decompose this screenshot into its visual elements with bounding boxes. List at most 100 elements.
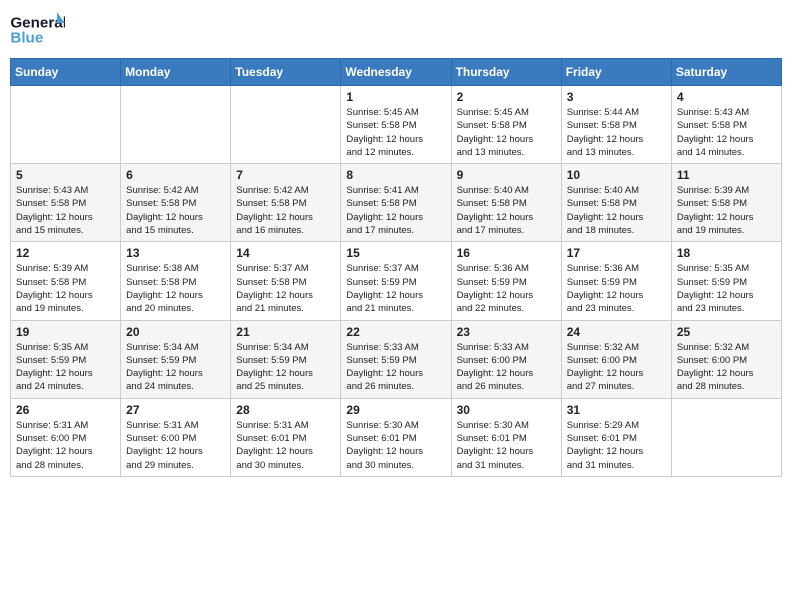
day-info: Sunrise: 5:35 AM Sunset: 5:59 PM Dayligh…	[677, 262, 776, 315]
header: GeneralBlue	[10, 10, 782, 48]
day-info: Sunrise: 5:33 AM Sunset: 6:00 PM Dayligh…	[457, 341, 556, 394]
calendar-cell: 7Sunrise: 5:42 AM Sunset: 5:58 PM Daylig…	[231, 164, 341, 242]
day-number: 18	[677, 246, 776, 260]
day-number: 8	[346, 168, 445, 182]
weekday-header: Sunday	[11, 59, 121, 86]
day-info: Sunrise: 5:32 AM Sunset: 6:00 PM Dayligh…	[677, 341, 776, 394]
page: GeneralBlue SundayMondayTuesdayWednesday…	[0, 0, 792, 612]
calendar-cell: 5 Sunrise: 5:43 AM Sunset: 5:58 PM Daylig…	[11, 164, 121, 242]
calendar-cell: 2 Sunrise: 5:45 AM Sunset: 5:58 PM Daylig…	[451, 86, 561, 164]
day-info: Sunrise: 5:43 AM Sunset: 5:58 PM Dayligh…	[677, 106, 776, 159]
day-number: 17	[567, 246, 666, 260]
calendar-cell: 16Sunrise: 5:36 AM Sunset: 5:59 PM Dayli…	[451, 242, 561, 320]
calendar-cell: 13 Sunrise: 5:38 AM Sunset: 5:58 PM Dayli…	[121, 242, 231, 320]
day-number: 13	[126, 246, 225, 260]
calendar-week-row: 1 Sunrise: 5:45 AM Sunset: 5:58 PM Daylig…	[11, 86, 782, 164]
calendar-cell: 15 Sunrise: 5:37 AM Sunset: 5:59 PM Dayli…	[341, 242, 451, 320]
day-number: 7	[236, 168, 335, 182]
day-number: 31	[567, 403, 666, 417]
day-info: Sunrise: 5:45 AM Sunset: 5:58 PM Dayligh…	[346, 106, 445, 159]
calendar-cell: 26 Sunrise: 5:31 AM Sunset: 6:00 PM Dayli…	[11, 398, 121, 476]
day-number: 11	[677, 168, 776, 182]
calendar-week-row: 26 Sunrise: 5:31 AM Sunset: 6:00 PM Dayli…	[11, 398, 782, 476]
day-info: Sunrise: 5:36 AM Sunset: 5:59 PM Dayligh…	[567, 262, 666, 315]
day-number: 15	[346, 246, 445, 260]
calendar-week-row: 5 Sunrise: 5:43 AM Sunset: 5:58 PM Daylig…	[11, 164, 782, 242]
day-info: Sunrise: 5:34 AM Sunset: 5:59 PM Dayligh…	[236, 341, 335, 394]
day-number: 29	[346, 403, 445, 417]
day-info: Sunrise: 5:31 AM Sunset: 6:00 PM Dayligh…	[126, 419, 225, 472]
day-number: 26	[16, 403, 115, 417]
day-info: Sunrise: 5:42 AM Sunset: 5:58 PM Dayligh…	[126, 184, 225, 237]
day-info: Sunrise: 5:34 AM Sunset: 5:59 PM Dayligh…	[126, 341, 225, 394]
day-number: 9	[457, 168, 556, 182]
day-number: 5	[16, 168, 115, 182]
logo: GeneralBlue	[10, 10, 65, 48]
day-info: Sunrise: 5:44 AM Sunset: 5:58 PM Dayligh…	[567, 106, 666, 159]
day-info: Sunrise: 5:36 AM Sunset: 5:59 PM Dayligh…	[457, 262, 556, 315]
day-info: Sunrise: 5:40 AM Sunset: 5:58 PM Dayligh…	[457, 184, 556, 237]
calendar-cell: 3 Sunrise: 5:44 AM Sunset: 5:58 PM Daylig…	[561, 86, 671, 164]
weekday-header: Tuesday	[231, 59, 341, 86]
calendar-cell: 8 Sunrise: 5:41 AM Sunset: 5:58 PM Daylig…	[341, 164, 451, 242]
day-info: Sunrise: 5:37 AM Sunset: 5:59 PM Dayligh…	[346, 262, 445, 315]
calendar-body: 1 Sunrise: 5:45 AM Sunset: 5:58 PM Daylig…	[11, 86, 782, 477]
day-info: Sunrise: 5:40 AM Sunset: 5:58 PM Dayligh…	[567, 184, 666, 237]
day-number: 30	[457, 403, 556, 417]
day-number: 1	[346, 90, 445, 104]
calendar-week-row: 19Sunrise: 5:35 AM Sunset: 5:59 PM Dayli…	[11, 320, 782, 398]
calendar-cell	[11, 86, 121, 164]
calendar-cell: 25 Sunrise: 5:32 AM Sunset: 6:00 PM Dayli…	[671, 320, 781, 398]
svg-text:Blue: Blue	[10, 30, 43, 47]
calendar-cell: 30Sunrise: 5:30 AM Sunset: 6:01 PM Dayli…	[451, 398, 561, 476]
calendar-cell: 4 Sunrise: 5:43 AM Sunset: 5:58 PM Daylig…	[671, 86, 781, 164]
calendar-cell: 23 Sunrise: 5:33 AM Sunset: 6:00 PM Dayli…	[451, 320, 561, 398]
calendar-cell: 29 Sunrise: 5:30 AM Sunset: 6:01 PM Dayli…	[341, 398, 451, 476]
day-number: 25	[677, 325, 776, 339]
logo-svg: GeneralBlue	[10, 10, 65, 48]
calendar-cell: 18 Sunrise: 5:35 AM Sunset: 5:59 PM Dayli…	[671, 242, 781, 320]
calendar-cell: 31 Sunrise: 5:29 AM Sunset: 6:01 PM Dayli…	[561, 398, 671, 476]
day-info: Sunrise: 5:45 AM Sunset: 5:58 PM Dayligh…	[457, 106, 556, 159]
calendar-cell: 28Sunrise: 5:31 AM Sunset: 6:01 PM Dayli…	[231, 398, 341, 476]
day-number: 20	[126, 325, 225, 339]
day-info: Sunrise: 5:37 AM Sunset: 5:58 PM Dayligh…	[236, 262, 335, 315]
calendar-cell: 11 Sunrise: 5:39 AM Sunset: 5:58 PM Dayli…	[671, 164, 781, 242]
day-number: 14	[236, 246, 335, 260]
day-info: Sunrise: 5:39 AM Sunset: 5:58 PM Dayligh…	[16, 262, 115, 315]
weekday-row: SundayMondayTuesdayWednesdayThursdayFrid…	[11, 59, 782, 86]
day-number: 3	[567, 90, 666, 104]
calendar-header: SundayMondayTuesdayWednesdayThursdayFrid…	[11, 59, 782, 86]
day-number: 24	[567, 325, 666, 339]
weekday-header: Monday	[121, 59, 231, 86]
day-info: Sunrise: 5:43 AM Sunset: 5:58 PM Dayligh…	[16, 184, 115, 237]
day-info: Sunrise: 5:31 AM Sunset: 6:01 PM Dayligh…	[236, 419, 335, 472]
calendar-cell	[231, 86, 341, 164]
day-info: Sunrise: 5:39 AM Sunset: 5:58 PM Dayligh…	[677, 184, 776, 237]
day-info: Sunrise: 5:29 AM Sunset: 6:01 PM Dayligh…	[567, 419, 666, 472]
day-number: 23	[457, 325, 556, 339]
calendar-cell: 1 Sunrise: 5:45 AM Sunset: 5:58 PM Daylig…	[341, 86, 451, 164]
day-info: Sunrise: 5:31 AM Sunset: 6:00 PM Dayligh…	[16, 419, 115, 472]
calendar-cell: 17 Sunrise: 5:36 AM Sunset: 5:59 PM Dayli…	[561, 242, 671, 320]
calendar-cell: 12Sunrise: 5:39 AM Sunset: 5:58 PM Dayli…	[11, 242, 121, 320]
day-info: Sunrise: 5:35 AM Sunset: 5:59 PM Dayligh…	[16, 341, 115, 394]
calendar-cell: 6Sunrise: 5:42 AM Sunset: 5:58 PM Daylig…	[121, 164, 231, 242]
day-info: Sunrise: 5:30 AM Sunset: 6:01 PM Dayligh…	[346, 419, 445, 472]
calendar-cell: 24 Sunrise: 5:32 AM Sunset: 6:00 PM Dayli…	[561, 320, 671, 398]
calendar-week-row: 12Sunrise: 5:39 AM Sunset: 5:58 PM Dayli…	[11, 242, 782, 320]
day-info: Sunrise: 5:33 AM Sunset: 5:59 PM Dayligh…	[346, 341, 445, 394]
day-info: Sunrise: 5:38 AM Sunset: 5:58 PM Dayligh…	[126, 262, 225, 315]
day-number: 10	[567, 168, 666, 182]
calendar-cell: 22 Sunrise: 5:33 AM Sunset: 5:59 PM Dayli…	[341, 320, 451, 398]
day-info: Sunrise: 5:32 AM Sunset: 6:00 PM Dayligh…	[567, 341, 666, 394]
day-info: Sunrise: 5:41 AM Sunset: 5:58 PM Dayligh…	[346, 184, 445, 237]
calendar-table: SundayMondayTuesdayWednesdayThursdayFrid…	[10, 58, 782, 477]
day-number: 22	[346, 325, 445, 339]
weekday-header: Wednesday	[341, 59, 451, 86]
calendar-cell: 9 Sunrise: 5:40 AM Sunset: 5:58 PM Daylig…	[451, 164, 561, 242]
day-number: 4	[677, 90, 776, 104]
weekday-header: Saturday	[671, 59, 781, 86]
calendar-cell: 14 Sunrise: 5:37 AM Sunset: 5:58 PM Dayli…	[231, 242, 341, 320]
day-number: 2	[457, 90, 556, 104]
